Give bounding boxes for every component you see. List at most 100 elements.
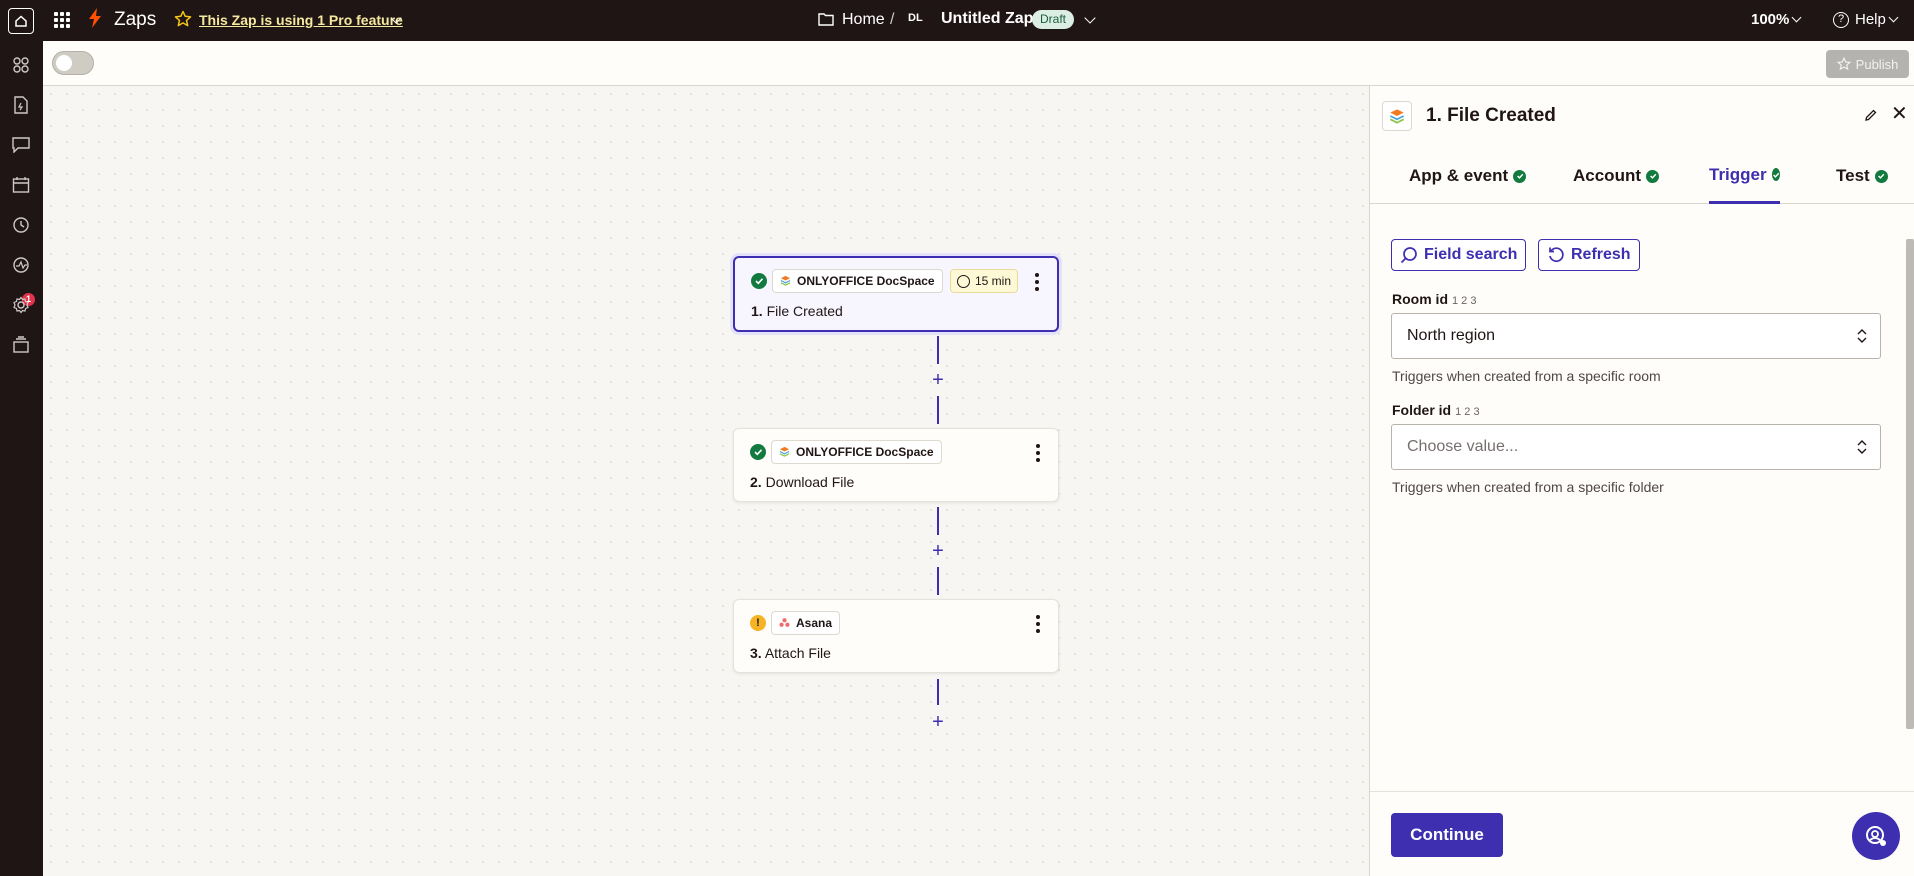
connector-line — [937, 567, 939, 595]
activity-icon[interactable] — [11, 255, 31, 275]
connector-line — [937, 507, 939, 535]
check-circle-icon — [1771, 168, 1780, 181]
folder-id-placeholder: Choose value... — [1407, 438, 1519, 455]
calendar-icon[interactable] — [11, 175, 31, 195]
tab-trigger[interactable]: Trigger — [1709, 148, 1780, 204]
folder-id-label: Folder id 1 2 3 — [1392, 402, 1480, 418]
number-type-hint: 1 2 3 — [1452, 295, 1477, 307]
help-icon[interactable]: ? — [1833, 12, 1849, 28]
panel-title[interactable]: 1. File Created — [1426, 105, 1556, 127]
zap-menu-chevron-icon[interactable] — [1084, 12, 1096, 24]
breadcrumb-home[interactable]: Home — [842, 11, 885, 29]
publish-label: Publish — [1855, 56, 1899, 72]
folder-id-help: Triggers when created from a specific fo… — [1392, 479, 1664, 495]
step-name: Attach File — [764, 645, 831, 661]
step-number: 2. — [750, 474, 762, 490]
onlyoffice-logo-icon — [779, 446, 790, 457]
breadcrumb-separator: / — [890, 11, 895, 28]
continue-button[interactable]: Continue — [1391, 813, 1503, 857]
up-down-chevron-icon — [1857, 440, 1867, 454]
step-menu-icon[interactable] — [1036, 444, 1040, 462]
tab-test[interactable]: Test — [1836, 148, 1888, 204]
zap-title[interactable]: Untitled Zap — [941, 10, 1033, 28]
help-menu[interactable]: Help — [1855, 11, 1886, 28]
star-icon — [174, 10, 192, 33]
editor-toolbar: Publish — [43, 41, 1914, 86]
add-step-button[interactable]: + — [929, 370, 947, 390]
number-type-hint: 1 2 3 — [1455, 406, 1480, 418]
step-card-1[interactable]: ONLYOFFICE DocSpace 15 min 1. File Creat… — [733, 256, 1059, 332]
add-step-button[interactable]: + — [929, 712, 947, 732]
field-label-text: Room id — [1392, 291, 1448, 307]
zap-canvas[interactable] — [43, 86, 1369, 876]
step-menu-icon[interactable] — [1036, 615, 1040, 633]
step-title: 1. File Created — [751, 303, 843, 319]
connector-line — [937, 679, 939, 705]
warning-icon: ! — [750, 615, 766, 631]
history-icon[interactable] — [11, 215, 31, 235]
zapier-bolt-icon — [88, 8, 102, 34]
zoom-chevron-icon[interactable] — [1791, 12, 1802, 23]
app-name-label: ONLYOFFICE DocSpace — [796, 445, 934, 459]
asana-logo-icon — [779, 618, 790, 627]
connector-line — [937, 336, 939, 364]
folder-id-select[interactable]: Choose value... — [1391, 424, 1881, 470]
step-number: 1. — [751, 303, 763, 319]
step-menu-icon[interactable] — [1035, 273, 1039, 291]
stack-icon[interactable] — [11, 335, 31, 355]
owner-avatar[interactable]: DL — [908, 12, 923, 24]
panel-scrollbar-thumb[interactable] — [1906, 239, 1914, 729]
zap-file-icon[interactable] — [11, 95, 31, 115]
left-sidebar: 1 ✦ — [0, 41, 43, 876]
app-name[interactable]: Zaps — [114, 9, 156, 31]
step-card-3[interactable]: ! Asana 3. Attach File — [733, 599, 1059, 673]
app-chip: ONLYOFFICE DocSpace — [771, 440, 942, 464]
room-id-value: North region — [1407, 327, 1496, 344]
tab-app-event[interactable]: App & event — [1409, 148, 1527, 204]
pro-feature-link[interactable]: This Zap is using 1 Pro feature — [199, 12, 403, 28]
chat-icon[interactable] — [11, 135, 31, 155]
refresh-icon — [1549, 247, 1564, 263]
app-name-label: Asana — [796, 616, 833, 630]
status-badge: Draft — [1032, 10, 1075, 29]
field-search-label: Field search — [1424, 246, 1518, 263]
add-step-button[interactable]: + — [929, 541, 947, 561]
settings-icon[interactable] — [11, 295, 31, 315]
apps-icon[interactable] — [11, 55, 31, 75]
field-search-button[interactable]: Field search — [1391, 239, 1527, 271]
home-icon[interactable] — [8, 8, 34, 34]
top-bar: Zaps This Zap is using 1 Pro feature Hom… — [0, 0, 1914, 41]
success-check-icon — [750, 444, 766, 460]
room-id-label: Room id 1 2 3 — [1392, 291, 1476, 307]
tab-label: App & event — [1409, 166, 1509, 185]
publish-button[interactable]: Publish — [1826, 50, 1909, 78]
close-icon[interactable]: ✕ — [1891, 104, 1908, 124]
step-card-2[interactable]: ONLYOFFICE DocSpace 2. Download File — [733, 428, 1059, 502]
field-label-text: Folder id — [1392, 402, 1452, 418]
help-chevron-icon[interactable] — [1888, 12, 1899, 23]
app-chip: ONLYOFFICE DocSpace — [772, 269, 943, 293]
app-chip: Asana — [771, 611, 841, 635]
app-name-label: ONLYOFFICE DocSpace — [797, 274, 935, 288]
clock-icon — [957, 275, 970, 288]
polling-interval-badge: 15 min — [950, 269, 1019, 293]
support-chat-icon[interactable] — [1852, 812, 1900, 860]
check-circle-icon — [1646, 169, 1659, 183]
apps-grid-icon[interactable] — [54, 12, 70, 28]
refresh-button[interactable]: Refresh — [1538, 239, 1640, 271]
zap-on-off-toggle[interactable] — [52, 51, 94, 75]
check-circle-icon — [1513, 169, 1527, 183]
success-check-icon — [751, 273, 767, 289]
search-icon — [1400, 247, 1417, 264]
room-id-select[interactable]: North region — [1391, 313, 1881, 359]
tab-account[interactable]: Account — [1573, 148, 1659, 204]
edit-pencil-icon[interactable] — [1864, 108, 1878, 127]
step-details-panel: 1. File Created ✕ App & event Account Tr… — [1369, 86, 1914, 876]
onlyoffice-logo-icon — [780, 275, 791, 286]
tab-label: Account — [1573, 166, 1641, 185]
zoom-level[interactable]: 100% — [1751, 11, 1789, 28]
panel-footer: Continue — [1370, 791, 1914, 876]
step-title: 3. Attach File — [750, 645, 831, 661]
publish-star-icon — [1836, 57, 1851, 71]
up-down-chevron-icon — [1857, 329, 1867, 343]
